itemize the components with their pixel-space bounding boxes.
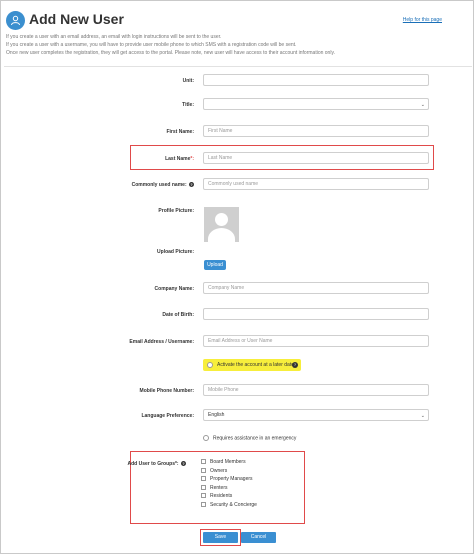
- activate-later-label: Activate the account at a later date: [217, 362, 294, 368]
- assistance-checkbox[interactable]: [203, 435, 209, 441]
- profile-picture-placeholder: [204, 207, 239, 242]
- group-item-owners[interactable]: Owners: [201, 467, 311, 476]
- mobile-phone-label: Mobile Phone Number:: [139, 388, 194, 394]
- title-select[interactable]: ⌄: [203, 98, 429, 110]
- group-checkbox[interactable]: [201, 459, 206, 465]
- date-of-birth-label: Date of Birth:: [162, 312, 194, 318]
- help-icon[interactable]: ?: [181, 461, 186, 467]
- commonly-used-name-input[interactable]: Commonly used name: [203, 178, 429, 190]
- group-checkbox[interactable]: [201, 476, 206, 482]
- assistance-option[interactable]: Requires assistance in an emergency: [203, 435, 296, 441]
- first-name-row: First Name: First Name: [4, 125, 472, 138]
- intro-line: If you create a user with a username, yo…: [6, 42, 297, 48]
- first-name-input[interactable]: First Name: [203, 125, 429, 137]
- language-label: Language Preference:: [141, 413, 194, 419]
- language-select[interactable]: English ⌄: [203, 409, 429, 421]
- help-icon[interactable]: ?: [189, 182, 194, 188]
- help-icon[interactable]: ?: [292, 362, 298, 368]
- upload-picture-row: Upload Picture:: [4, 245, 472, 258]
- email-row: Email Address / Username: Email Address …: [4, 335, 472, 348]
- last-name-row: Last Name*: Last Name: [4, 152, 472, 165]
- group-checkbox[interactable]: [201, 493, 206, 499]
- save-button[interactable]: Save: [203, 532, 238, 543]
- company-name-input[interactable]: Company Name: [203, 282, 429, 294]
- group-item-renters[interactable]: Renters: [201, 484, 311, 493]
- date-of-birth-input[interactable]: [203, 308, 429, 320]
- assistance-label: Requires assistance in an emergency: [213, 435, 297, 442]
- company-name-label: Company Name:: [154, 286, 194, 292]
- commonly-used-name-row: Commonly used name: ? Commonly used name: [4, 178, 472, 191]
- profile-picture-label: Profile Picture:: [158, 208, 194, 214]
- email-input[interactable]: Email Address or User Name: [203, 335, 429, 347]
- title-label: Title:: [182, 102, 194, 108]
- group-item-residents[interactable]: Residents: [201, 492, 311, 501]
- activate-later-checkbox[interactable]: [207, 361, 213, 368]
- email-label: Email Address / Username:: [129, 339, 194, 345]
- group-item-property-managers[interactable]: Property Managers: [201, 475, 311, 484]
- first-name-label: First Name:: [166, 129, 194, 135]
- title-row: Title: ⌄: [4, 98, 472, 111]
- required-marker: *:: [190, 156, 194, 162]
- last-name-label: Last Name*:: [165, 156, 194, 162]
- unit-input[interactable]: [203, 74, 429, 86]
- cancel-button[interactable]: Cancel: [241, 532, 276, 543]
- commonly-used-name-label: Commonly used name: ?: [131, 182, 194, 188]
- page-title: Add New User: [29, 11, 124, 27]
- group-checkbox[interactable]: [201, 484, 206, 490]
- unit-label: Unit:: [182, 78, 194, 84]
- groups-list: Board Members Owners Property Managers R…: [201, 458, 311, 509]
- unit-row: Unit:: [4, 74, 472, 87]
- activate-later-option[interactable]: Activate the account at a later date ?: [203, 359, 301, 371]
- group-checkbox[interactable]: [201, 501, 206, 507]
- company-name-row: Company Name: Company Name: [4, 282, 472, 295]
- intro-text: If you create a user with an email addre…: [6, 33, 466, 57]
- language-value: English: [208, 412, 225, 418]
- intro-line: If you create a user with an email addre…: [6, 34, 222, 40]
- upload-picture-label: Upload Picture:: [157, 249, 194, 255]
- group-checkbox[interactable]: [201, 467, 206, 473]
- add-user-form: Unit: Title: ⌄ First Name: First Name La…: [4, 66, 472, 546]
- mobile-phone-input[interactable]: Mobile Phone: [203, 384, 429, 396]
- page-header: Add New User Help for this page: [6, 9, 468, 31]
- last-name-input[interactable]: Last Name: [203, 152, 429, 164]
- upload-button[interactable]: Upload: [204, 260, 226, 270]
- group-item-board-members[interactable]: Board Members: [201, 458, 311, 467]
- language-row: Language Preference: English ⌄: [4, 409, 472, 422]
- date-of-birth-row: Date of Birth:: [4, 308, 472, 321]
- mobile-phone-row: Mobile Phone Number: Mobile Phone: [4, 384, 472, 397]
- user-add-icon: [6, 11, 25, 30]
- chevron-down-icon: ⌄: [420, 413, 425, 419]
- groups-label: Add User to Groups*: ?: [127, 461, 186, 467]
- intro-line: Once new user completes the registration…: [6, 50, 335, 56]
- chevron-down-icon: ⌄: [420, 102, 425, 108]
- help-link[interactable]: Help for this page: [403, 17, 442, 23]
- group-item-security-concierge[interactable]: Security & Concierge: [201, 501, 311, 510]
